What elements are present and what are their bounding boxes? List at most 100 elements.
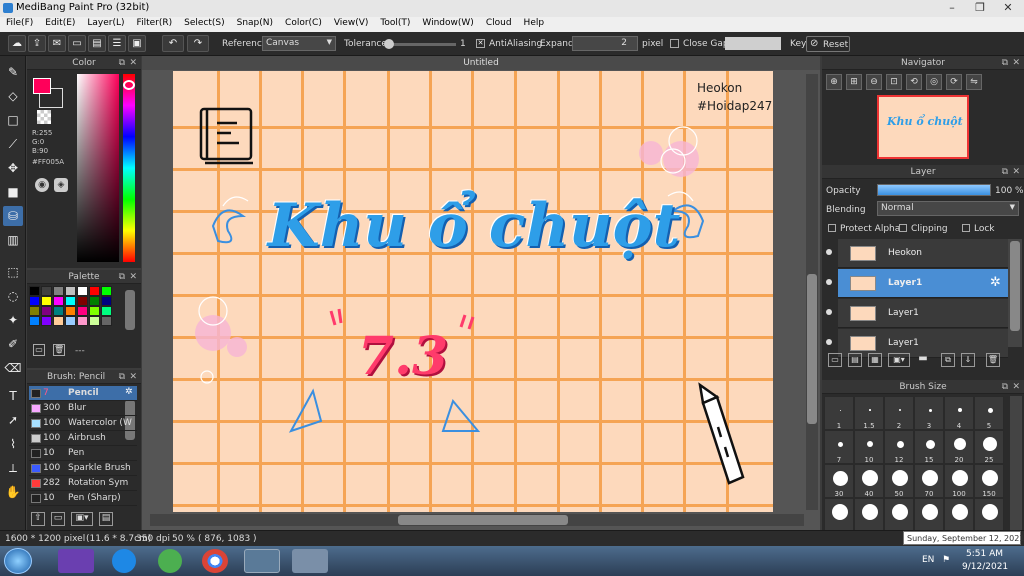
flag-icon[interactable]: ⚑ bbox=[942, 555, 950, 565]
brush-size-cell[interactable]: 1.5 bbox=[854, 396, 884, 430]
navigator-preview[interactable]: Khu ổ chuột bbox=[877, 95, 969, 159]
select-rect-icon[interactable]: ⬚ bbox=[3, 262, 23, 282]
operation-tool-icon[interactable]: ➚ bbox=[3, 410, 23, 430]
new-file-icon[interactable]: ▭ bbox=[68, 35, 86, 52]
zoom-fit-icon[interactable]: ⊞ bbox=[846, 74, 862, 90]
chrome-icon[interactable] bbox=[202, 549, 228, 573]
divide-tool-icon[interactable]: ⟂ bbox=[3, 458, 23, 478]
new-brush-icon[interactable]: ▭ bbox=[51, 512, 65, 526]
brush-item[interactable]: 10 Pen bbox=[29, 446, 137, 461]
magic-wand-icon[interactable]: ✦ bbox=[3, 310, 23, 330]
brush-item[interactable]: 282 Rotation Sym bbox=[29, 476, 137, 491]
eyedropper-icon[interactable]: ⌇ bbox=[3, 434, 23, 454]
layer-row[interactable]: Layer1 bbox=[826, 299, 1008, 328]
tolerance-slider-handle[interactable] bbox=[384, 39, 394, 49]
hue-slider[interactable] bbox=[123, 74, 135, 262]
menu-select[interactable]: Select(S) bbox=[178, 17, 231, 28]
palette-scrollbar[interactable] bbox=[125, 290, 135, 330]
float-icon[interactable]: ⧉ bbox=[1002, 165, 1008, 179]
zoom-in-icon[interactable]: ⊕ bbox=[826, 74, 842, 90]
brush-size-cell[interactable]: 150 bbox=[974, 464, 1004, 498]
visibility-eye-icon[interactable] bbox=[826, 339, 832, 345]
layer-row[interactable]: Heokon bbox=[826, 239, 1008, 268]
restore-button[interactable]: ❐ bbox=[966, 0, 994, 17]
layer-settings-gear-icon[interactable]: ✲ bbox=[990, 275, 1001, 290]
close-panel-icon[interactable]: ✕ bbox=[129, 370, 137, 384]
close-panel-icon[interactable]: ✕ bbox=[129, 56, 137, 70]
brush-size-cell[interactable] bbox=[854, 498, 884, 532]
select-eraser-icon[interactable]: ⌫ bbox=[3, 358, 23, 378]
palette-swatch[interactable] bbox=[89, 286, 100, 296]
menu-tool[interactable]: Tool(T) bbox=[374, 17, 416, 28]
brush-size-cell[interactable]: 1 bbox=[824, 396, 854, 430]
expand-stepper[interactable]: 2 bbox=[572, 36, 638, 51]
palette-swatch[interactable] bbox=[53, 296, 64, 306]
brush-size-cell[interactable] bbox=[914, 498, 944, 532]
settings-list-icon[interactable]: ☰ bbox=[108, 35, 126, 52]
zoom-out-icon[interactable]: ⊖ bbox=[866, 74, 882, 90]
brush-item[interactable]: 7 Pencil ✲ bbox=[29, 386, 137, 401]
palette-swatch[interactable] bbox=[29, 296, 40, 306]
delete-layer-icon[interactable]: 🗑 bbox=[986, 353, 1000, 367]
merge-layer-icon[interactable]: ⇓ bbox=[961, 353, 975, 367]
brush-size-cell[interactable]: 70 bbox=[914, 464, 944, 498]
minimize-button[interactable]: – bbox=[938, 0, 966, 17]
close-gaps-checkbox[interactable] bbox=[670, 39, 679, 48]
menu-color[interactable]: Color(C) bbox=[279, 17, 328, 28]
start-button-icon[interactable] bbox=[4, 548, 32, 574]
hand-tool-icon[interactable]: ✋ bbox=[3, 482, 23, 502]
float-icon[interactable]: ⧉ bbox=[1002, 56, 1008, 70]
close-panel-icon[interactable]: ✕ bbox=[1012, 165, 1020, 179]
save-icon[interactable]: ▣ bbox=[128, 35, 146, 52]
layer-scroll-thumb[interactable] bbox=[1010, 241, 1020, 331]
float-icon[interactable]: ⧉ bbox=[119, 270, 125, 284]
upload-icon[interactable]: ⇪ bbox=[28, 35, 46, 52]
palette-swatch[interactable] bbox=[65, 306, 76, 316]
lock-checkbox[interactable] bbox=[962, 224, 970, 232]
vertical-scroll-thumb[interactable] bbox=[807, 274, 817, 424]
brush-item[interactable]: 100 Watercolor (W bbox=[29, 416, 137, 431]
bucket-tool-icon[interactable]: ⛁ bbox=[3, 206, 23, 226]
menu-snap[interactable]: Snap(N) bbox=[231, 17, 279, 28]
palette-swatch[interactable] bbox=[101, 296, 112, 306]
flip-icon[interactable]: ⇋ bbox=[966, 74, 982, 90]
menu-view[interactable]: View(V) bbox=[328, 17, 375, 28]
menu-window[interactable]: Window(W) bbox=[416, 17, 479, 28]
brush-size-cell[interactable]: 40 bbox=[854, 464, 884, 498]
dot-tool-icon[interactable]: ⟋ bbox=[3, 134, 23, 154]
add-brush-icon[interactable]: ⇧ bbox=[31, 512, 45, 526]
float-icon[interactable]: ⧉ bbox=[1002, 380, 1008, 394]
float-icon[interactable]: ⧉ bbox=[119, 56, 125, 70]
palette-swatch[interactable] bbox=[77, 316, 88, 326]
layer-scrollbar[interactable] bbox=[1008, 239, 1022, 347]
foreground-color-swatch[interactable] bbox=[33, 78, 51, 94]
layer-row[interactable]: Layer1 ✲ bbox=[826, 269, 1008, 298]
horizontal-scroll-thumb[interactable] bbox=[398, 515, 568, 525]
palette-swatch[interactable] bbox=[41, 286, 52, 296]
gradient-tool-icon[interactable]: ▥ bbox=[3, 230, 23, 250]
coccoc-icon[interactable] bbox=[158, 549, 182, 573]
brush-size-cell[interactable] bbox=[974, 498, 1004, 532]
palette-swatch[interactable] bbox=[77, 296, 88, 306]
color-set-icon[interactable]: ◈ bbox=[54, 178, 68, 192]
brush-size-cell[interactable]: 25 bbox=[974, 430, 1004, 464]
brush-size-cell[interactable]: 4 bbox=[944, 396, 974, 430]
brush-item[interactable]: 300 Blur bbox=[29, 401, 137, 416]
brush-size-cell[interactable]: 2 bbox=[884, 396, 914, 430]
brush-tool-icon[interactable]: ✎ bbox=[3, 62, 23, 82]
language-indicator[interactable]: EN bbox=[922, 555, 934, 565]
saturation-value-picker[interactable] bbox=[77, 74, 119, 262]
fill-rect-tool-icon[interactable]: ■ bbox=[3, 182, 23, 202]
new-8bit-layer-icon[interactable]: ▦ bbox=[868, 353, 882, 367]
horizontal-scrollbar[interactable] bbox=[150, 514, 804, 526]
brush-item[interactable]: 100 Sparkle Brush bbox=[29, 461, 137, 476]
move-tool-icon[interactable]: ✥ bbox=[3, 158, 23, 178]
palette-swatch[interactable] bbox=[77, 286, 88, 296]
antialiasing-checkbox[interactable]: ✕ bbox=[476, 39, 485, 48]
brush-size-cell[interactable]: 10 bbox=[854, 430, 884, 464]
menu-cloud[interactable]: Cloud bbox=[480, 17, 518, 28]
duplicate-layer-icon[interactable]: ⧉ bbox=[941, 353, 955, 367]
menu-layer[interactable]: Layer(L) bbox=[81, 17, 130, 28]
palette-swatch[interactable] bbox=[101, 316, 112, 326]
brush-size-cell[interactable]: 20 bbox=[944, 430, 974, 464]
